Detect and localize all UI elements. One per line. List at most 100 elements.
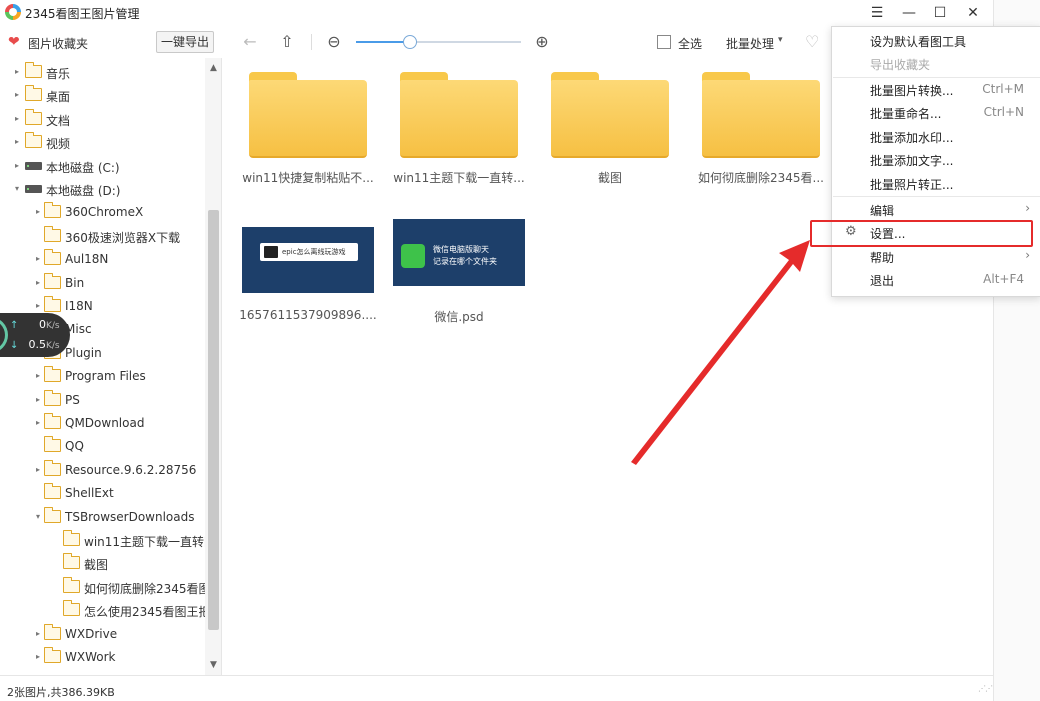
maximize-button[interactable]: ☐ [925, 2, 955, 24]
scroll-up-arrow[interactable]: ▲ [205, 60, 221, 76]
title-bar: 2345看图王图片管理 ☰ — ☐ ✕ [0, 0, 993, 26]
collapsed-caret-icon[interactable]: ▸ [33, 371, 43, 380]
sidebar-item[interactable]: ▸ WXWork [0, 647, 205, 668]
export-button[interactable]: 一键导出 [156, 31, 214, 53]
folder-label[interactable]: win11快捷复制粘贴不... [233, 169, 383, 186]
image-caption-line2: 记录在哪个文件夹 [433, 257, 497, 266]
heart-icon: ❤ [8, 34, 20, 50]
sidebar-item[interactable]: ▾ TSBrowserDownloads [0, 507, 205, 528]
collapsed-caret-icon[interactable]: ▸ [33, 418, 43, 427]
sidebar-item[interactable]: ▸ Aul18N [0, 249, 205, 270]
sidebar-item-label: ShellExt [65, 486, 114, 500]
network-speed-widget[interactable]: ↑ 0K/s ↓ 0.5K/s [0, 313, 70, 357]
collapsed-caret-icon[interactable]: ▸ [33, 465, 43, 474]
folder-label[interactable]: 如何彻底删除2345看... [686, 169, 836, 186]
sidebar-item[interactable]: ▸ Resource.9.6.2.28756 [0, 460, 205, 481]
sidebar-item[interactable]: ▸ 360ChromeX [0, 202, 205, 223]
menu-item-help[interactable]: 帮助 › [832, 245, 1040, 268]
sidebar-item[interactable]: 如何彻底删除2345看图王 [0, 577, 221, 598]
collapsed-caret-icon[interactable]: ▸ [33, 278, 43, 287]
folder-icon [44, 202, 61, 218]
select-all-checkbox[interactable] [657, 35, 671, 49]
zoom-out-icon[interactable]: ⊖ [324, 32, 344, 52]
sidebar-item-label: 怎么使用2345看图王把图 [84, 605, 222, 619]
collapsed-caret-icon[interactable]: ▸ [12, 161, 22, 170]
menu-item-batch-convert[interactable]: 批量图片转换... Ctrl+M [832, 78, 1040, 101]
image-label[interactable]: 微信.psd [384, 308, 534, 325]
folder-thumbnail[interactable] [249, 72, 367, 158]
zoom-in-icon[interactable]: ⊕ [532, 32, 552, 52]
sidebar-item[interactable]: ▸ Program Files [0, 366, 205, 387]
sidebar-item[interactable]: 怎么使用2345看图王把图 [0, 600, 221, 621]
zoom-slider-knob[interactable] [403, 35, 417, 49]
sidebar-item[interactable]: win11主题下载一直转圈 [0, 530, 216, 551]
folder-thumbnail[interactable] [551, 72, 669, 158]
select-all-label[interactable]: 全选 [678, 35, 702, 52]
menu-item-batch-text[interactable]: 批量添加文字... [832, 148, 1040, 171]
sidebar-item[interactable]: QQ [0, 436, 205, 457]
expanded-caret-icon[interactable]: ▾ [33, 512, 43, 521]
favorites-link[interactable]: 图片收藏夹 [28, 35, 88, 52]
collapsed-caret-icon[interactable]: ▸ [12, 137, 22, 146]
resize-grip-icon[interactable]: ⋰⋰ [978, 685, 993, 696]
expanded-caret-icon[interactable]: ▾ [12, 184, 22, 193]
collapsed-caret-icon[interactable]: ▸ [33, 652, 43, 661]
download-speed: 0.5 [28, 338, 47, 351]
collapsed-caret-icon[interactable]: ▸ [33, 395, 43, 404]
scroll-down-arrow[interactable]: ▼ [205, 657, 221, 673]
chevron-down-icon[interactable]: ▾ [778, 35, 783, 45]
drive-icon [25, 185, 42, 193]
menu-item-exit[interactable]: 退出 Alt+F4 [832, 268, 1040, 291]
sidebar-item[interactable]: ▸ 本地磁盘 (C:) [0, 157, 205, 177]
collapsed-caret-icon[interactable]: ▸ [33, 254, 43, 263]
image-thumbnail[interactable]: 微信电脑版聊天 记录在哪个文件夹 [393, 219, 525, 286]
sidebar-item-label: 截图 [84, 558, 109, 572]
folder-icon [44, 460, 61, 476]
sidebar-item[interactable]: 360极速浏览器X下载 [0, 226, 205, 247]
folder-label[interactable]: win11主题下载一直转... [384, 169, 534, 186]
folder-icon [63, 577, 80, 593]
menu-item-batch-watermark[interactable]: 批量添加水印... [832, 125, 1040, 148]
sidebar-item-label: QQ [65, 439, 84, 453]
sidebar-item[interactable]: ShellExt [0, 483, 205, 504]
collapsed-caret-icon[interactable]: ▸ [12, 114, 22, 123]
up-folder-icon[interactable]: ⇧ [277, 32, 297, 52]
sidebar-item[interactable]: ▸ PS [0, 390, 205, 411]
image-thumbnail[interactable]: epic怎么离线玩游戏 [242, 227, 374, 293]
back-arrow-icon[interactable]: ← [240, 32, 260, 52]
menu-item-set-default[interactable]: 设为默认看图工具 [832, 29, 1040, 52]
collapsed-caret-icon[interactable]: ▸ [33, 301, 43, 310]
sidebar-scroll-thumb[interactable] [208, 210, 219, 630]
menu-divider [833, 196, 1040, 197]
menu-item-batch-rotate[interactable]: 批量照片转正... [832, 172, 1040, 195]
favorite-outline-icon[interactable]: ♡ [805, 32, 819, 51]
sidebar-item[interactable]: ▸ 文档 [0, 109, 205, 130]
menu-icon[interactable]: ☰ [862, 2, 892, 24]
folder-label[interactable]: 截图 [535, 169, 685, 186]
sidebar-item[interactable]: ▾ 本地磁盘 (D:) [0, 180, 205, 200]
sidebar-item[interactable]: ▸ WXDrive [0, 624, 205, 645]
sidebar-item[interactable]: ▸ 音乐 [0, 62, 205, 83]
folder-thumbnail[interactable] [702, 72, 820, 158]
minimize-button[interactable]: — [894, 2, 924, 24]
sidebar-item-label: 本地磁盘 (C:) [46, 161, 120, 175]
sidebar-item[interactable]: ▸ 桌面 [0, 85, 205, 106]
sidebar-item-label: Program Files [65, 369, 146, 383]
menu-item-edit[interactable]: 编辑 › [832, 198, 1040, 221]
sidebar-item[interactable]: ▸ 视频 [0, 132, 205, 153]
sidebar-item-label: 视频 [46, 137, 71, 151]
collapsed-caret-icon[interactable]: ▸ [33, 629, 43, 638]
sidebar-item[interactable]: 截图 [0, 553, 205, 574]
collapsed-caret-icon[interactable]: ▸ [12, 90, 22, 99]
menu-item-batch-rename[interactable]: 批量重命名... Ctrl+N [832, 101, 1040, 124]
close-button[interactable]: ✕ [958, 2, 988, 24]
folder-thumbnail[interactable] [400, 72, 518, 158]
batch-process-menu[interactable]: 批量处理 [726, 35, 774, 52]
sidebar-item[interactable]: ▸ QMDownload [0, 413, 205, 434]
menu-item-export-favorites: 导出收藏夹 [832, 52, 1040, 75]
collapsed-caret-icon[interactable]: ▸ [12, 67, 22, 76]
collapsed-caret-icon[interactable]: ▸ [33, 207, 43, 216]
sidebar-item[interactable]: ▸ Bin [0, 273, 205, 294]
main-menu-dropdown: 设为默认看图工具 导出收藏夹 批量图片转换... Ctrl+M 批量重命名... C… [831, 26, 1040, 297]
image-label[interactable]: 1657611537909896.... [233, 308, 383, 322]
